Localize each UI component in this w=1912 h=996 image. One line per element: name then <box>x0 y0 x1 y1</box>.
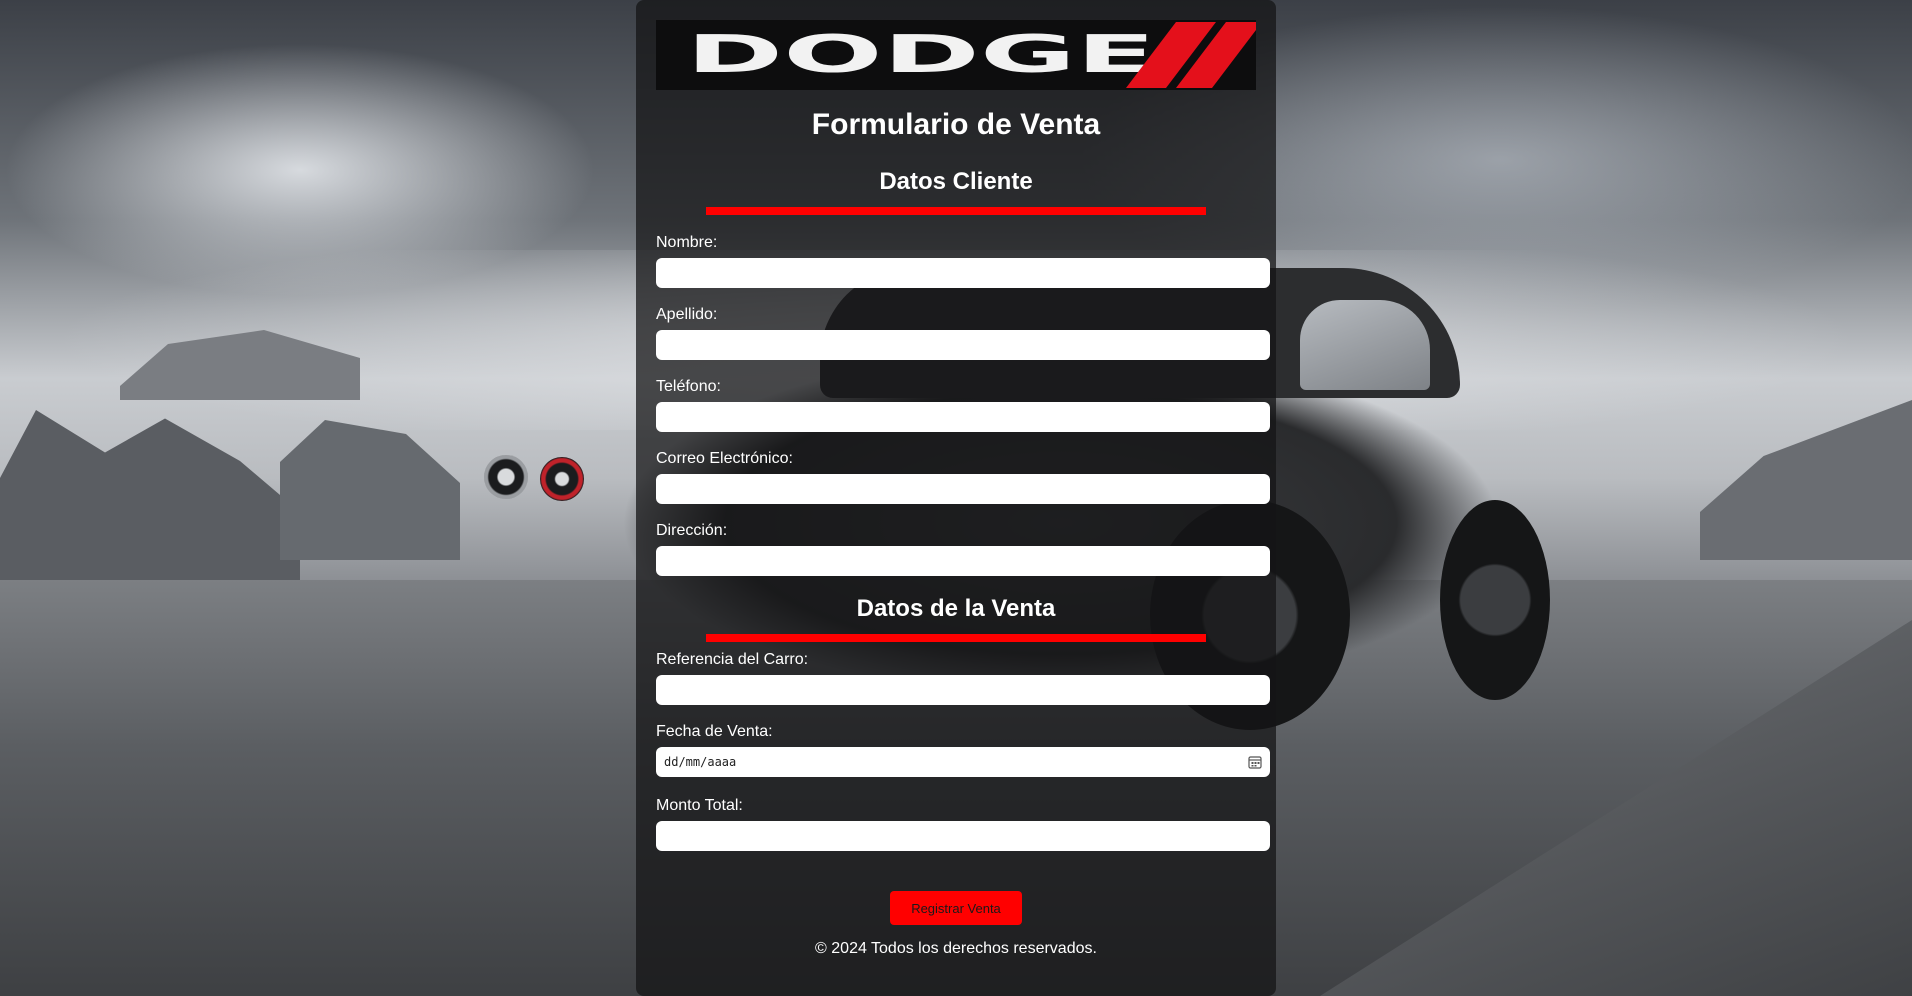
registrar-venta-button[interactable]: Registrar Venta <box>890 891 1022 925</box>
form-title: Formulario de Venta <box>811 108 1101 141</box>
apellido-label: Apellido: <box>656 306 718 323</box>
correo-label: Correo Electrónico: <box>656 450 793 467</box>
sale-form-panel: DODGE Formulario de Venta Datos Cliente … <box>636 0 1276 996</box>
referencia-label: Referencia del Carro: <box>656 651 809 668</box>
referencia-input[interactable] <box>656 675 1270 705</box>
telefono-label: Teléfono: <box>656 378 721 395</box>
monto-label: Monto Total: <box>656 797 743 814</box>
date-placeholder: dd/mm/aaaa <box>664 755 737 769</box>
footer-copyright: © 2024 Todos los derechos reservados. <box>815 940 1097 957</box>
nombre-label: Nombre: <box>656 234 718 251</box>
direccion-input[interactable] <box>656 546 1270 576</box>
section-title-sale: Datos de la Venta <box>856 595 1056 622</box>
section-divider <box>706 634 1206 642</box>
apellido-input[interactable] <box>656 330 1270 360</box>
section-divider <box>706 207 1206 215</box>
telefono-input[interactable] <box>656 402 1270 432</box>
nombre-input[interactable] <box>656 258 1270 288</box>
fecha-label: Fecha de Venta: <box>656 723 773 740</box>
fecha-date-input[interactable]: dd/mm/aaaa <box>656 747 1270 777</box>
section-title-client: Datos Cliente <box>879 168 1033 195</box>
email-input[interactable] <box>656 474 1270 504</box>
dodge-logo: DODGE <box>656 20 1256 90</box>
monto-input[interactable] <box>656 821 1270 851</box>
svg-text:DODGE: DODGE <box>686 25 1156 85</box>
calendar-icon[interactable] <box>1248 755 1262 769</box>
direccion-label: Dirección: <box>656 522 728 539</box>
